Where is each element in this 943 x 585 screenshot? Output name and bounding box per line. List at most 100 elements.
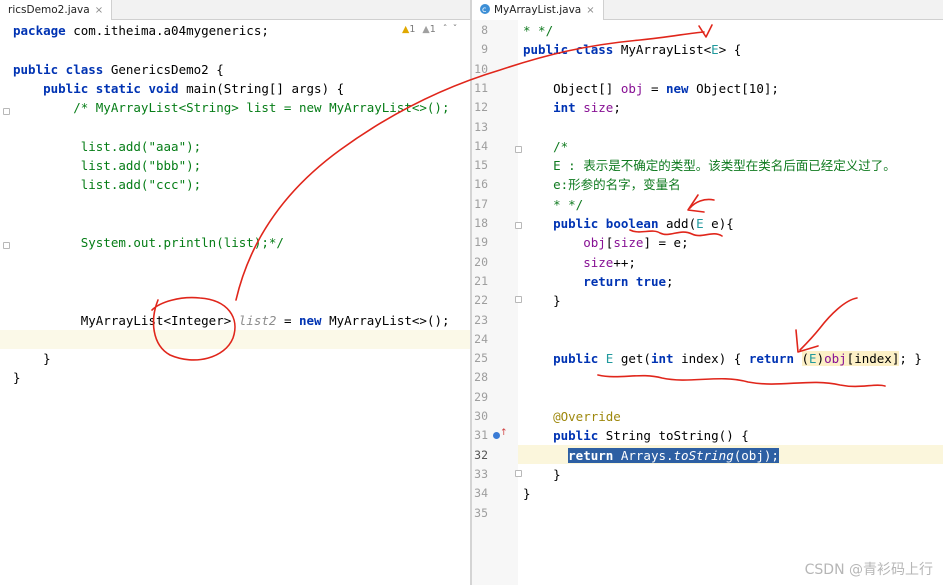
- code-token: }: [13, 351, 51, 367]
- line-number: 32: [474, 447, 488, 462]
- code-token: E: [711, 42, 719, 58]
- code-line[interactable]: public class MyArrayList<E> {: [523, 40, 741, 59]
- code-token: size: [583, 100, 614, 116]
- line-number: 12: [474, 100, 488, 115]
- fold-marker[interactable]: [515, 470, 522, 477]
- java-class-icon: [480, 0, 490, 20]
- code-token: Object[10];: [696, 80, 779, 96]
- line-number: 19: [474, 235, 488, 250]
- override-arrow-icon: ↑: [500, 428, 508, 438]
- code-line[interactable]: public class GenericsDemo2 {: [13, 60, 224, 79]
- code-token: GenericsDemo2 {: [110, 61, 224, 77]
- code-line[interactable]: list.add("bbb");: [13, 156, 201, 175]
- code-token: }: [523, 486, 531, 502]
- code-token: ] = e;: [643, 235, 689, 251]
- code-line[interactable]: public static void main(String[] args) {: [13, 79, 344, 98]
- code-line[interactable]: System.out.println(list);*/: [13, 233, 284, 252]
- tab-myarraylist[interactable]: MyArrayList.java ×: [472, 0, 604, 20]
- code-line[interactable]: E : 表示是不确定的类型。该类型在类名后面已经定义过了。: [523, 156, 896, 175]
- line-number: 13: [474, 119, 488, 134]
- code-line[interactable]: /*: [523, 137, 568, 156]
- code-line[interactable]: /* MyArrayList<String> list = new MyArra…: [13, 98, 450, 117]
- code-line[interactable]: public E get(int index) { return (E)obj[…: [523, 349, 922, 368]
- code-token: obj: [741, 447, 764, 463]
- fold-marker[interactable]: [515, 222, 522, 229]
- code-token: package: [13, 23, 74, 38]
- tab-genericsdemo2[interactable]: ricsDemo2.java ×: [0, 0, 113, 20]
- code-line[interactable]: obj[size] = e;: [523, 233, 689, 252]
- code-line[interactable]: package com.itheima.a04mygenerics;: [13, 21, 269, 40]
- close-icon[interactable]: ×: [586, 5, 594, 16]
- chevron-down-icon[interactable]: ˇ: [453, 24, 458, 35]
- line-number: 11: [474, 80, 488, 95]
- code-token: Arrays.: [620, 447, 674, 463]
- code-token: /*: [523, 138, 569, 154]
- left-editor-pane: ricsDemo2.java × ▲1 ▲1 ˆ ˇ package com.it…: [0, 0, 471, 585]
- code-line[interactable]: }: [13, 368, 21, 387]
- code-line[interactable]: }: [523, 465, 561, 484]
- fold-marker[interactable]: [515, 296, 522, 303]
- code-line[interactable]: * */: [523, 195, 583, 214]
- code-token: * */: [523, 196, 584, 212]
- line-number: 10: [474, 61, 488, 76]
- code-token: public: [553, 428, 606, 444]
- code-token: list.add("aaa");: [13, 138, 202, 154]
- code-token: ; }: [899, 351, 922, 367]
- line-number: 33: [474, 466, 488, 481]
- line-number: 9: [481, 42, 488, 57]
- line-number: 20: [474, 254, 488, 269]
- code-line[interactable]: Object[] obj = new Object[10];: [523, 79, 779, 98]
- code-token: int: [650, 351, 682, 367]
- code-line[interactable]: }: [13, 349, 51, 368]
- chevron-up-icon[interactable]: ˆ: [443, 24, 448, 35]
- fold-marker[interactable]: [515, 146, 522, 153]
- line-number: 14: [474, 138, 488, 153]
- code-line[interactable]: size++;: [523, 253, 636, 272]
- code-token: index) {: [681, 351, 749, 367]
- code-line[interactable]: int size;: [523, 98, 621, 117]
- code-token: /* MyArrayList<String> list = new MyArra…: [13, 100, 450, 116]
- code-line[interactable]: e:形参的名字，变量名: [523, 175, 681, 194]
- code-line[interactable]: }: [523, 484, 531, 503]
- code-token: size: [583, 254, 614, 270]
- close-icon[interactable]: ×: [95, 5, 103, 16]
- code-line[interactable]: @Override: [523, 407, 621, 426]
- line-number: 8: [481, 23, 488, 37]
- code-line[interactable]: return true;: [523, 272, 674, 291]
- code-line[interactable]: }: [523, 291, 561, 310]
- code-line[interactable]: * */: [523, 21, 553, 40]
- line-number: 25: [474, 351, 488, 366]
- warning-count: 1: [409, 24, 416, 35]
- line-number: 24: [474, 331, 488, 346]
- weak-warning-icon: ▲: [422, 24, 430, 35]
- code-line[interactable]: MyArrayList<Integer> list2 = new MyArray…: [13, 311, 450, 330]
- code-line[interactable]: public boolean add(E e){: [523, 214, 734, 233]
- current-line-highlight: [0, 330, 471, 349]
- line-number: 35: [474, 505, 488, 520]
- override-icon[interactable]: [493, 432, 500, 439]
- code-token: obj: [583, 235, 606, 251]
- inspection-widget[interactable]: ▲1 ▲1 ˆ ˇ: [402, 24, 457, 35]
- right-tab-bar: MyArrayList.java ×: [472, 0, 943, 20]
- code-token: int: [553, 100, 584, 116]
- code-token: ;: [666, 273, 674, 289]
- watermark: CSDN @青衫码上行: [804, 562, 933, 578]
- fold-marker[interactable]: [3, 108, 10, 115]
- code-line[interactable]: list.add("aaa");: [13, 137, 201, 156]
- line-number: 15: [474, 158, 488, 173]
- code-line[interactable]: public String toString() {: [523, 426, 749, 445]
- fold-marker[interactable]: [3, 242, 10, 249]
- code-token: add(: [666, 216, 697, 231]
- code-token: }: [523, 293, 561, 309]
- code-line[interactable]: return Arrays.toString(obj);: [523, 446, 779, 465]
- line-number: 17: [474, 196, 488, 211]
- code-token: com.itheima.a04mygenerics;: [73, 23, 269, 38]
- code-token: E: [696, 216, 704, 231]
- code-line[interactable]: list.add("ccc");: [13, 175, 201, 194]
